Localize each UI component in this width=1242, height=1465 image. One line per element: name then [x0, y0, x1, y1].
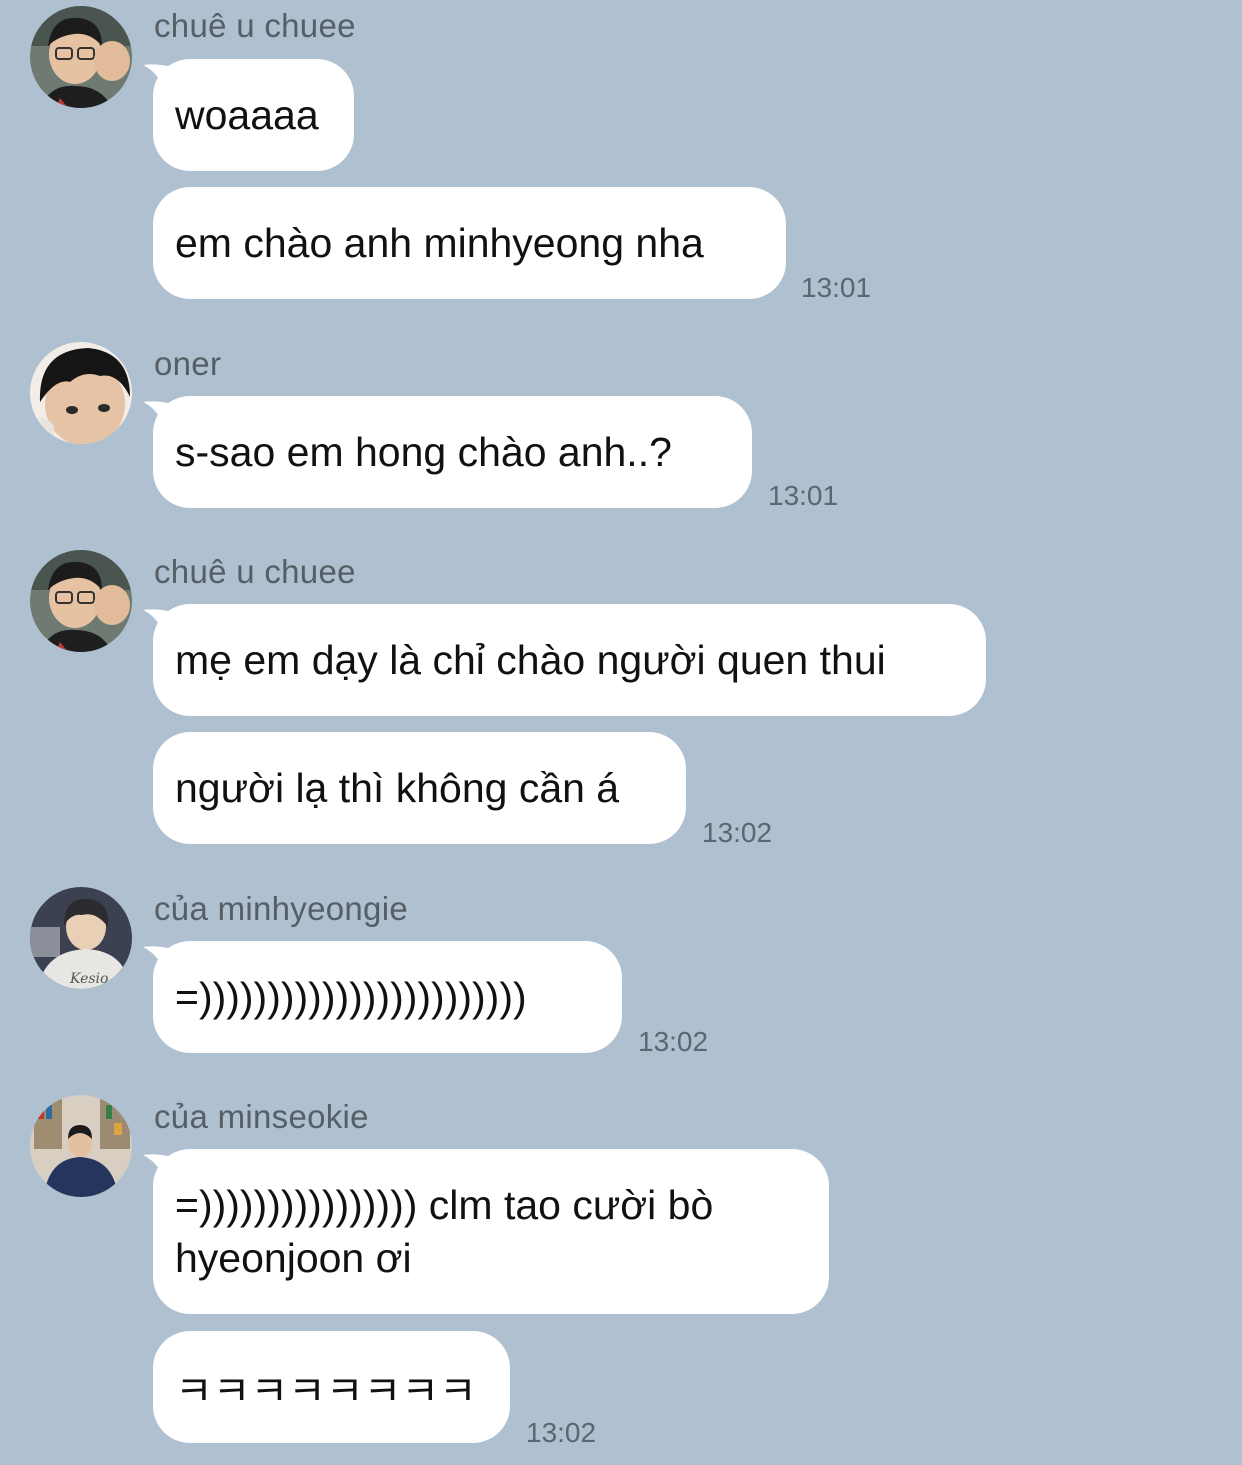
message-text: người lạ thì không cần á [175, 764, 620, 811]
bubble-tail-icon [143, 946, 173, 971]
message-text: mẹ em dạy là chỉ chào người quen thui [175, 636, 886, 683]
avatar-chuee[interactable] [30, 550, 132, 652]
message-timestamp: 13:01 [801, 272, 872, 303]
sender-name: oner [154, 345, 222, 382]
sender-name: chuê u chuee [154, 553, 356, 590]
avatar-minhyeongie[interactable]: Kesio [30, 887, 132, 989]
message-timestamp: 13:02 [638, 1026, 709, 1057]
message-bubble[interactable]: woaaaa [143, 59, 354, 171]
message-text: s-sao em hong chào anh..? [175, 428, 672, 475]
message-text: ㅋㅋㅋㅋㅋㅋㅋㅋ [175, 1368, 477, 1414]
svg-text:Kesio: Kesio [69, 971, 108, 987]
message-bubble[interactable]: =)))))))))))))))) clm tao cười bò hyeonj… [143, 1149, 829, 1314]
bubble-tail-icon [143, 64, 173, 89]
message-bubble[interactable]: em chào anh minhyeong nha [153, 187, 786, 299]
message-text: woaaaa [175, 91, 319, 138]
message-text: =)))))))))))))))))))))))) [175, 973, 527, 1020]
avatar-minseokie[interactable] [30, 1095, 132, 1197]
message-bubble[interactable]: ㅋㅋㅋㅋㅋㅋㅋㅋ [153, 1331, 510, 1443]
sender-name: của minseokie [154, 1098, 369, 1135]
bubble-tail-icon [143, 1154, 173, 1179]
sender-name: của minhyeongie [154, 890, 408, 927]
message-text: em chào anh minhyeong nha [175, 219, 704, 266]
message-timestamp: 13:02 [526, 1417, 597, 1448]
chat-view: chuê u chuee woaaaa em chào anh minhyeon… [0, 0, 1242, 1465]
message-text: =)))))))))))))))) clm tao cười bò hyeonj… [175, 1182, 714, 1281]
message-timestamp: 13:02 [702, 817, 773, 848]
message-bubble[interactable]: =)))))))))))))))))))))))) [143, 941, 622, 1053]
bubble-tail-icon [143, 401, 173, 426]
avatar-chuee[interactable] [30, 6, 132, 108]
message-timestamp: 13:01 [768, 480, 839, 511]
message-bubble[interactable]: s-sao em hong chào anh..? [143, 396, 752, 508]
bubble-tail-icon [143, 609, 173, 634]
message-bubble[interactable]: mẹ em dạy là chỉ chào người quen thui [143, 604, 986, 716]
avatar-oner[interactable] [30, 342, 132, 444]
message-bubble[interactable]: người lạ thì không cần á [153, 732, 686, 844]
sender-name: chuê u chuee [154, 7, 356, 44]
